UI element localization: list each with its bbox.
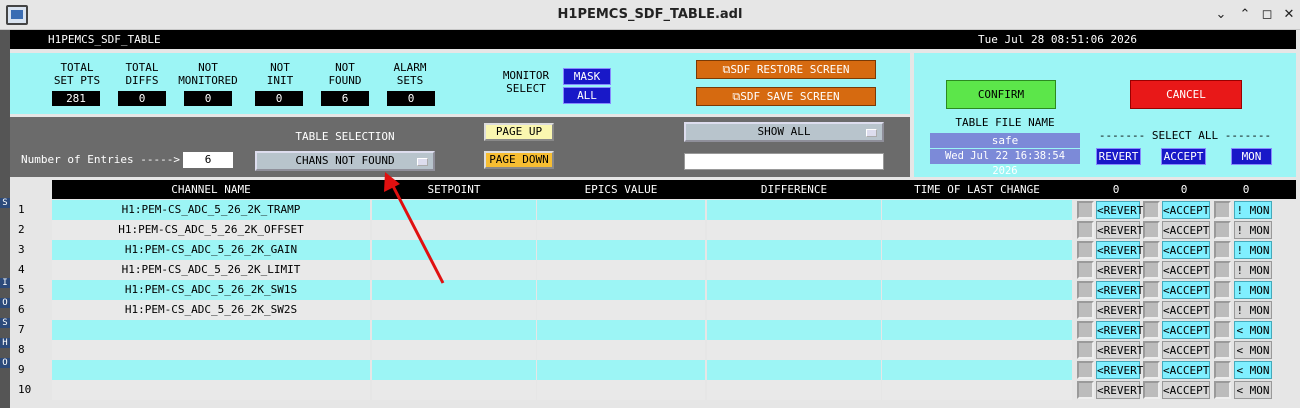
annotation-arrow: [384, 172, 445, 284]
